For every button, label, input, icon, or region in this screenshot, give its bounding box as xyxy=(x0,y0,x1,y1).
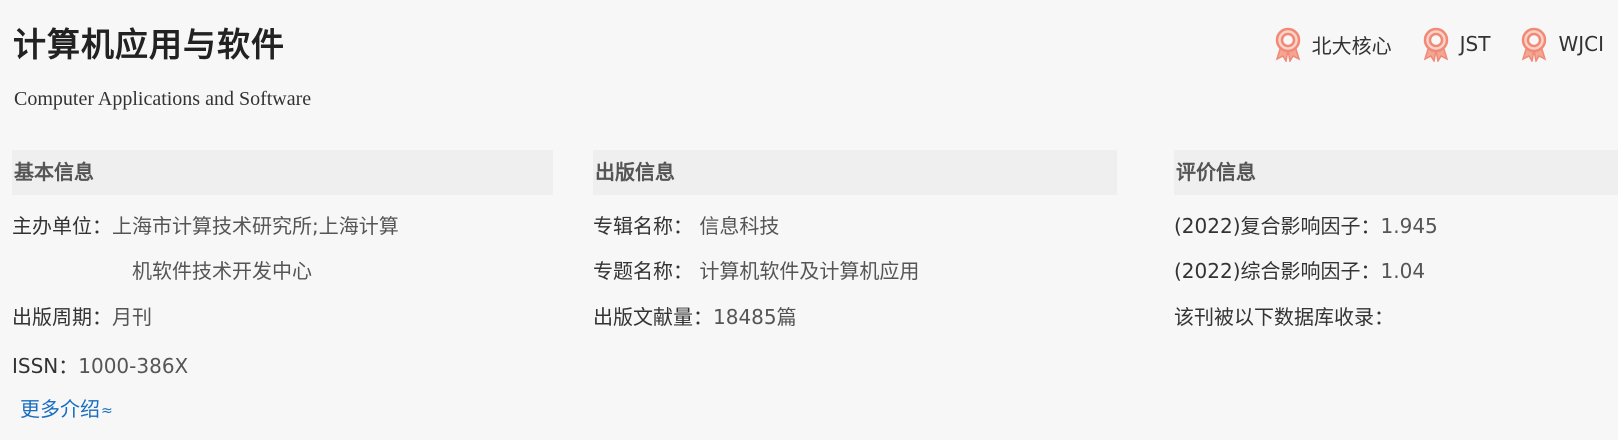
award-ribbon-icon xyxy=(1420,26,1452,64)
comprehensive-if-row: (2022)综合影响因子：1.04 xyxy=(1174,257,1425,285)
topic-label: 专题名称： xyxy=(593,259,693,283)
more-intro-link[interactable]: 更多介绍≈ xyxy=(20,395,113,425)
badge-pku-core[interactable]: 北大核心 xyxy=(1272,26,1392,64)
album-row: 专辑名称： 信息科技 xyxy=(593,212,779,240)
sponsor-row-cont: 机软件技术开发中心 xyxy=(132,257,312,285)
eval-info-header: 评价信息 xyxy=(1174,150,1618,195)
album-value: 信息科技 xyxy=(699,214,780,238)
topic-value: 计算机软件及计算机应用 xyxy=(699,259,920,283)
issn-value: 1000-386X xyxy=(78,354,189,378)
count-value: 18485篇 xyxy=(713,305,797,329)
period-label: 出版周期： xyxy=(12,305,112,329)
award-ribbon-icon xyxy=(1518,26,1550,64)
issn-label: ISSN： xyxy=(12,354,79,378)
indexed-label: 该刊被以下数据库收录： xyxy=(1174,305,1394,329)
comprehensive-if-label: (2022)综合影响因子： xyxy=(1174,259,1381,283)
index-badges: 北大核心 JST WJCI xyxy=(1272,26,1604,64)
period-row: 出版周期：月刊 xyxy=(12,303,152,331)
publish-info-section: 出版信息 专辑名称： 信息科技 专题名称： 计算机软件及计算机应用 出版文献量：… xyxy=(593,150,1117,350)
count-row: 出版文献量：18485篇 xyxy=(593,303,797,331)
journal-title-cn: 计算机应用与软件 xyxy=(13,25,285,64)
basic-info-section: 基本信息 主办单位：上海市计算技术研究所;上海计算 机软件技术开发中心 出版周期… xyxy=(12,150,553,440)
issn-row: ISSN：1000-386X xyxy=(12,352,188,380)
sponsor-label: 主办单位： xyxy=(12,214,112,238)
topic-row: 专题名称： 计算机软件及计算机应用 xyxy=(593,257,919,285)
badge-label: JST xyxy=(1459,32,1491,56)
sponsor-row: 主办单位：上海市计算技术研究所;上海计算 xyxy=(12,212,399,240)
eval-info-section: 评价信息 (2022)复合影响因子：1.945 (2022)综合影响因子：1.0… xyxy=(1174,150,1618,350)
sponsor-value-line1: 上海市计算技术研究所;上海计算 xyxy=(112,214,399,238)
basic-info-header: 基本信息 xyxy=(12,150,553,195)
journal-info-panel: 计算机应用与软件 Computer Applications and Softw… xyxy=(0,0,1618,440)
double-chevron-down-icon: ≈ xyxy=(101,402,113,419)
badge-jst[interactable]: JST xyxy=(1420,26,1491,64)
composite-if-label: (2022)复合影响因子： xyxy=(1174,214,1381,238)
badge-label: WJCI xyxy=(1558,32,1604,56)
period-value: 月刊 xyxy=(112,305,152,329)
album-label: 专辑名称： xyxy=(593,214,693,238)
journal-title-en: Computer Applications and Software xyxy=(14,88,312,110)
composite-if-value: 1.945 xyxy=(1380,214,1438,238)
count-label: 出版文献量： xyxy=(593,305,713,329)
indexed-row: 该刊被以下数据库收录： xyxy=(1174,303,1394,331)
comprehensive-if-value: 1.04 xyxy=(1380,259,1426,283)
publish-info-header: 出版信息 xyxy=(593,150,1117,195)
composite-if-row: (2022)复合影响因子：1.945 xyxy=(1174,212,1438,240)
more-intro-label: 更多介绍 xyxy=(20,397,100,421)
award-ribbon-icon xyxy=(1272,26,1304,64)
badge-label: 北大核心 xyxy=(1311,33,1392,58)
badge-wjci[interactable]: WJCI xyxy=(1518,26,1604,64)
sponsor-value-line2: 机软件技术开发中心 xyxy=(132,259,312,283)
